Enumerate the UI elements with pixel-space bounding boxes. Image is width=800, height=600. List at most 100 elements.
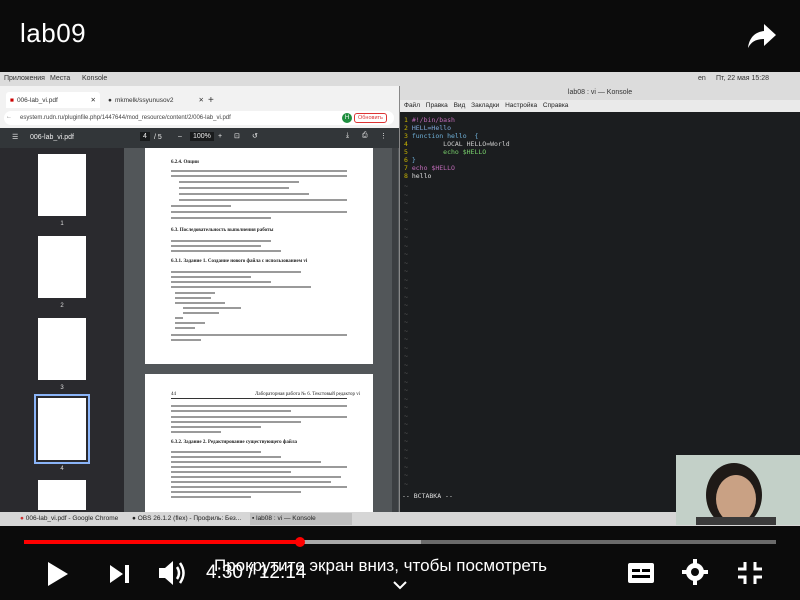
empty-line-marker: ~ — [404, 394, 408, 403]
page-count: / 5 — [154, 134, 162, 141]
empty-line-marker: ~ — [404, 386, 408, 394]
empty-line-marker: ~ — [404, 292, 408, 301]
fit-page-icon[interactable]: ⊡ — [234, 132, 240, 140]
pdf-filename: 006-lab_vi.pdf — [30, 134, 74, 141]
gear-icon[interactable] — [681, 558, 709, 591]
empty-line-marker: ~ — [404, 479, 408, 488]
page-thumbnail[interactable] — [38, 154, 86, 216]
konsole-menu[interactable]: Konsole — [82, 75, 107, 82]
tab-github-label: mkmelk/ssyunusov2 — [114, 96, 174, 104]
code-line: 3 function hello { — [404, 132, 478, 140]
terminal-area[interactable]: 1 #!/bin/bash 2 HELL=Hello 3 function hell… — [400, 112, 800, 512]
taskbar-label: 006-lab_vi.pdf - Google Chrome — [25, 515, 119, 522]
address-bar[interactable]: ← esystem.rudn.ru/pluginfile.php/1447644… — [4, 111, 394, 125]
line-number: 4 — [404, 140, 408, 148]
download-icon[interactable]: ⤓ — [346, 132, 349, 140]
vi-mode-indicator: -- ВСТАВКА -- — [402, 492, 453, 500]
menu-bookmarks[interactable]: Закладки — [471, 102, 499, 109]
pdf-toolbar: ☰ 006-lab_vi.pdf 4 / 5 – 100% + ⊡ ↺ ⤓ ⎙ … — [0, 128, 399, 148]
page-thumbnail[interactable] — [38, 480, 86, 510]
empty-line-marker: ~ — [404, 403, 408, 411]
chrome-icon: ● — [20, 515, 24, 522]
empty-line-marker: ~ — [404, 369, 408, 377]
tab-pdf[interactable]: ■ 006-lab_vi.pdf ✕ — [6, 92, 100, 108]
page-thumbnail[interactable] — [38, 236, 86, 298]
zoom-in-icon[interactable]: + — [218, 133, 222, 140]
update-button[interactable]: Обновить — [354, 113, 387, 123]
empty-line-marker: ~ — [404, 199, 408, 207]
empty-line-marker: ~ — [404, 360, 408, 369]
konsole-title: lab08 : vi — Konsole — [400, 86, 800, 100]
empty-line-marker: ~ — [404, 250, 408, 258]
avatar[interactable]: H — [342, 113, 352, 123]
line-text: } — [411, 156, 416, 164]
applications-menu[interactable]: Приложения — [4, 75, 45, 82]
empty-line-marker: ~ — [404, 377, 408, 386]
empty-line-marker: ~ — [404, 471, 408, 479]
menu-edit[interactable]: Правка — [426, 102, 448, 109]
code-line: 2 HELL=Hello — [404, 124, 451, 132]
line-number: 5 — [404, 148, 408, 156]
empty-line-marker: ~ — [404, 462, 408, 471]
page-thumbnail[interactable] — [38, 318, 86, 380]
empty-line-marker: ~ — [404, 428, 408, 437]
line-number: 8 — [404, 172, 408, 180]
page-number-input[interactable]: 4 — [140, 132, 150, 141]
page-thumbnail-selected[interactable] — [34, 394, 90, 464]
rotate-icon[interactable]: ↺ — [252, 132, 258, 140]
pdf-running-header: Лабораторная работа № 6. Текстовый редак… — [255, 392, 361, 397]
empty-line-marker: ~ — [404, 343, 408, 352]
pdf-page: 6.2.4. Опции 6.3. Последовательность вып… — [145, 148, 373, 364]
played-bar — [24, 540, 300, 544]
scrubber-handle[interactable] — [295, 537, 305, 547]
new-tab-button[interactable]: + — [204, 92, 218, 108]
zoom-out-icon[interactable]: – — [178, 133, 182, 140]
webcam-overlay — [676, 455, 800, 525]
keyboard-layout[interactable]: en — [698, 75, 706, 82]
pdf-viewer[interactable]: 1 2 3 4 6.2.4. Опции 6.3. Последовательн… — [0, 148, 399, 512]
empty-line-marker: ~ — [404, 335, 408, 343]
thumbnail-label: 1 — [60, 221, 64, 227]
video-title[interactable]: lab09 — [20, 18, 86, 49]
menu-settings[interactable]: Настройка — [505, 102, 537, 109]
print-icon[interactable]: ⎙ — [362, 132, 368, 140]
empty-line-marker: ~ — [404, 224, 408, 233]
empty-line-marker: ~ — [404, 411, 408, 420]
empty-line-marker: ~ — [404, 190, 408, 199]
next-icon[interactable] — [108, 563, 132, 590]
tab-pdf-label: 006-lab_vi.pdf — [16, 96, 58, 104]
back-icon[interactable]: ← — [6, 114, 12, 120]
menu-view[interactable]: Вид — [454, 102, 466, 109]
empty-line-marker: ~ — [404, 182, 408, 190]
progress-bar[interactable] — [24, 540, 776, 544]
taskbar-item-konsole[interactable]: ▪ lab08 : vi — Konsole — [250, 513, 352, 525]
url-text: esystem.rudn.ru/pluginfile.php/1447644/m… — [20, 115, 231, 121]
menu-file[interactable]: Файл — [404, 102, 420, 109]
close-icon[interactable]: ✕ — [91, 96, 96, 104]
tab-github[interactable]: ● mkmelk/ssyunusov2 ✕ — [104, 92, 208, 108]
pdf-heading: 6.3.1. Задание 1. Создание нового файла … — [171, 259, 308, 264]
konsole-window: lab08 : vi — Konsole Файл Правка Вид Зак… — [400, 86, 800, 512]
menu-help[interactable]: Справка — [543, 102, 569, 109]
captions-icon[interactable] — [626, 560, 656, 591]
thumbnail-label: 4 — [60, 466, 64, 472]
taskbar-item-obs[interactable]: ● OBS 26.1.2 (flex) - Профиль: Без... — [130, 513, 250, 525]
places-menu[interactable]: Места — [50, 75, 70, 82]
pdf-scrollbar[interactable] — [392, 148, 398, 512]
menu-icon[interactable]: ☰ — [12, 133, 18, 141]
volume-icon[interactable] — [156, 558, 188, 593]
code-line: 7 echo $HELLO — [404, 164, 455, 172]
empty-line-marker: ~ — [404, 301, 408, 309]
empty-line-marker: ~ — [404, 284, 408, 292]
share-icon[interactable] — [746, 22, 778, 50]
scroll-hint: Прокрутите экран вниз, чтобы посмотреть — [214, 556, 547, 575]
play-icon[interactable] — [44, 560, 70, 593]
chevron-down-icon[interactable] — [392, 578, 408, 590]
line-number: 2 — [404, 124, 408, 132]
fullscreen-icon[interactable] — [736, 560, 764, 591]
taskbar-item-chrome[interactable]: ● 006-lab_vi.pdf - Google Chrome — [18, 513, 130, 525]
zoom-input[interactable]: 100% — [190, 132, 214, 141]
more-icon[interactable]: ⋮ — [380, 132, 387, 140]
line-text: #!/bin/bash — [411, 116, 455, 124]
taskbar-label: lab08 : vi — Konsole — [256, 515, 316, 522]
